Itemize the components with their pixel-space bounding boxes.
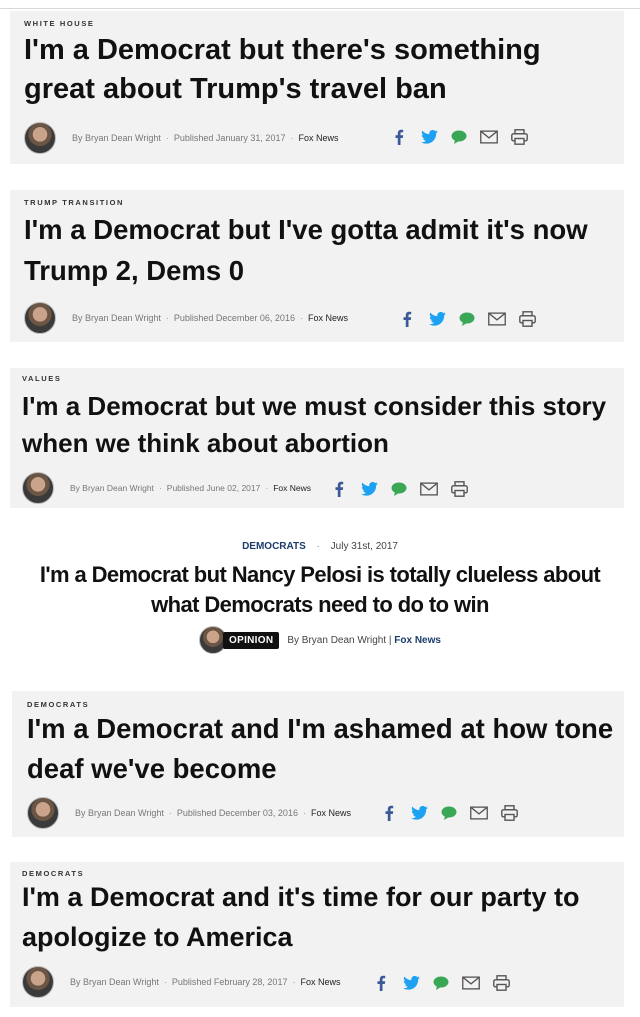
print-icon[interactable] [500, 804, 518, 822]
meta-separator: · [158, 483, 162, 493]
meta-separator: · [168, 808, 172, 818]
facebook-icon[interactable] [372, 974, 390, 992]
author-avatar[interactable] [27, 797, 59, 829]
comment-icon[interactable] [450, 128, 468, 146]
comment-icon[interactable] [458, 310, 476, 328]
print-icon[interactable] [450, 480, 468, 498]
published-date: Published February 28, 2017 [171, 977, 288, 987]
source-name[interactable]: Fox News [311, 808, 351, 818]
facebook-icon[interactable] [330, 480, 348, 498]
opinion-byline-text: By Bryan Dean Wright | Fox News [287, 635, 441, 646]
facebook-icon[interactable] [380, 804, 398, 822]
meta-separator: · [165, 133, 169, 143]
article-card: WHITE HOUSE I'm a Democrat but there's s… [10, 11, 624, 164]
article-headline[interactable]: I'm a Democrat but there's something gre… [24, 31, 619, 109]
twitter-icon[interactable] [360, 480, 378, 498]
published-date: Published June 02, 2017 [166, 483, 261, 493]
article-category[interactable]: DEMOCRATS [242, 541, 306, 552]
meta-separator: · [292, 977, 296, 987]
meta-separator: · [302, 808, 306, 818]
comment-icon[interactable] [390, 480, 408, 498]
facebook-icon[interactable] [390, 128, 408, 146]
print-icon[interactable] [518, 310, 536, 328]
author-avatar[interactable] [22, 966, 54, 998]
meta-separator: · [165, 313, 169, 323]
article-kicker[interactable]: WHITE HOUSE [24, 19, 95, 28]
share-bar [372, 974, 510, 992]
meta-separator: · [265, 483, 269, 493]
source-name[interactable]: Fox News [273, 483, 311, 493]
article-kicker[interactable]: VALUES [22, 374, 61, 383]
share-bar [330, 480, 468, 498]
facebook-icon[interactable] [398, 310, 416, 328]
meta-separator: · [316, 541, 320, 552]
article-kicker[interactable]: TRUMP TRANSITION [24, 198, 124, 207]
twitter-icon[interactable] [428, 310, 446, 328]
author-avatar[interactable] [24, 122, 56, 154]
email-icon[interactable] [462, 974, 480, 992]
email-icon[interactable] [488, 310, 506, 328]
article-headline[interactable]: I'm a Democrat and I'm ashamed at how to… [27, 709, 617, 789]
author-name[interactable]: By Bryan Dean Wright | [287, 635, 391, 646]
article-meta: By Bryan Dean Wright · Published January… [72, 133, 338, 143]
twitter-icon[interactable] [410, 804, 428, 822]
meta-separator: · [163, 977, 167, 987]
print-icon[interactable] [492, 974, 510, 992]
top-divider [0, 0, 640, 9]
twitter-icon[interactable] [420, 128, 438, 146]
author-avatar[interactable] [24, 302, 56, 334]
published-date: Published December 03, 2016 [176, 808, 298, 818]
article-meta: By Bryan Dean Wright · Published Decembe… [75, 808, 351, 818]
share-bar [398, 310, 536, 328]
share-bar [380, 804, 518, 822]
article-meta: By Bryan Dean Wright · Published Decembe… [72, 313, 348, 323]
author-name[interactable]: By Bryan Dean Wright [70, 977, 159, 987]
source-name[interactable]: Fox News [394, 635, 441, 646]
email-icon[interactable] [420, 480, 438, 498]
author-name[interactable]: By Bryan Dean Wright [75, 808, 164, 818]
published-date: Published January 31, 2017 [173, 133, 286, 143]
published-date: Published December 06, 2016 [173, 313, 295, 323]
source-name[interactable]: Fox News [300, 977, 340, 987]
email-icon[interactable] [470, 804, 488, 822]
article-byline: By Bryan Dean Wright · Published Februar… [22, 966, 340, 998]
print-icon[interactable] [510, 128, 528, 146]
opinion-article: DEMOCRATS · July 31st, 2017 I'm a Democr… [0, 541, 640, 654]
article-headline[interactable]: I'm a Democrat but Nancy Pelosi is total… [20, 560, 620, 620]
comment-icon[interactable] [432, 974, 450, 992]
article-card: TRUMP TRANSITION I'm a Democrat but I've… [10, 190, 624, 342]
article-byline: By Bryan Dean Wright · Published June 02… [22, 472, 311, 504]
article-byline: By Bryan Dean Wright · Published January… [24, 122, 338, 154]
author-name[interactable]: By Bryan Dean Wright [70, 483, 154, 493]
author-name[interactable]: By Bryan Dean Wright [72, 133, 161, 143]
share-bar [390, 128, 528, 146]
article-top-meta: DEMOCRATS · July 31st, 2017 [0, 541, 640, 552]
article-meta: By Bryan Dean Wright · Published June 02… [70, 483, 311, 493]
opinion-byline: OPINION By Bryan Dean Wright | Fox News [0, 626, 640, 654]
article-headline[interactable]: I'm a Democrat but we must consider this… [22, 388, 627, 462]
article-byline: By Bryan Dean Wright · Published Decembe… [27, 797, 351, 829]
article-headline[interactable]: I'm a Democrat and it's time for our par… [22, 877, 622, 957]
email-icon[interactable] [480, 128, 498, 146]
author-name[interactable]: By Bryan Dean Wright [72, 313, 161, 323]
article-card: DEMOCRATS I'm a Democrat and I'm ashamed… [12, 691, 624, 837]
source-name[interactable]: Fox News [308, 313, 348, 323]
article-card: DEMOCRATS I'm a Democrat and it's time f… [10, 862, 624, 1007]
twitter-icon[interactable] [402, 974, 420, 992]
meta-separator: · [290, 133, 294, 143]
meta-separator: · [299, 313, 303, 323]
article-kicker[interactable]: DEMOCRATS [27, 700, 89, 709]
article-meta: By Bryan Dean Wright · Published Februar… [70, 977, 340, 987]
author-avatar[interactable] [22, 472, 54, 504]
article-card: VALUES I'm a Democrat but we must consid… [10, 368, 624, 508]
opinion-badge: OPINION [223, 631, 280, 649]
article-headline[interactable]: I'm a Democrat but I've gotta admit it's… [24, 209, 624, 291]
article-date: July 31st, 2017 [330, 541, 398, 552]
comment-icon[interactable] [440, 804, 458, 822]
source-name[interactable]: Fox News [298, 133, 338, 143]
article-byline: By Bryan Dean Wright · Published Decembe… [24, 302, 348, 334]
